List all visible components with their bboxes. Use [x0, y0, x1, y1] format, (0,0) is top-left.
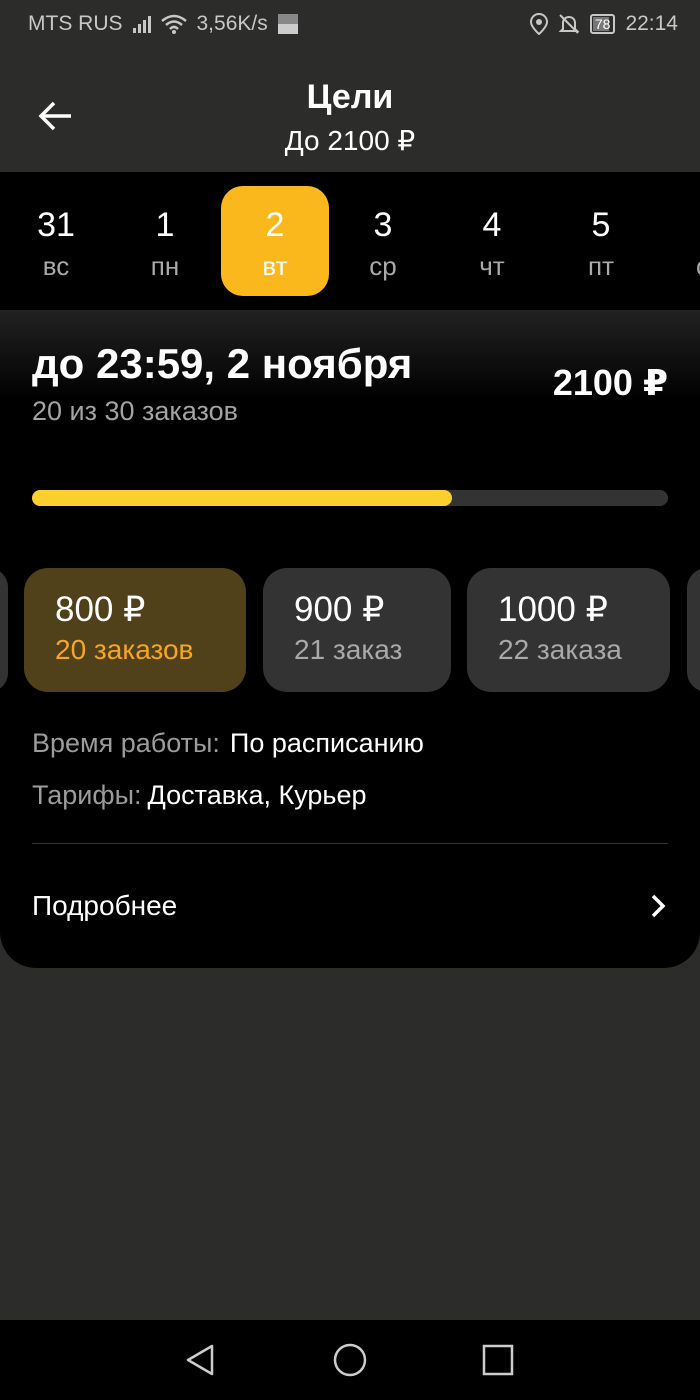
goal-amount: 2100 ₽	[552, 362, 668, 403]
day-of-week: вт	[262, 251, 288, 281]
tariffs-label: Тарифы:	[32, 780, 142, 810]
work-time-label: Время работы:	[32, 728, 220, 758]
day-number: 1	[155, 206, 175, 244]
wifi-icon	[160, 14, 187, 34]
tier-orders: 20 заказов	[55, 634, 194, 665]
more-details-row[interactable]: Подробнее	[0, 870, 700, 940]
day-number: 5	[591, 206, 611, 244]
day-of-week: чт	[479, 251, 505, 281]
day-number: 4	[482, 206, 502, 244]
day-number: 6	[656, 206, 700, 245]
day-of-week: ср	[369, 251, 397, 281]
signal-icon	[132, 15, 151, 33]
tier-card-partial[interactable]	[687, 568, 700, 692]
day-of-week: сб	[656, 251, 700, 282]
more-details-label: Подробнее	[32, 890, 178, 921]
nav-recents-icon[interactable]	[478, 1340, 518, 1380]
tier-amount: 800 ₽	[55, 590, 146, 629]
tier-amount: 900 ₽	[294, 590, 385, 629]
location-icon	[529, 13, 548, 35]
network-speed: 3,56K/s	[196, 12, 268, 35]
goal-progress-text: 20 из 30 заказов	[32, 396, 238, 426]
nav-home-icon[interactable]	[330, 1340, 370, 1380]
day-item[interactable]: 4 чт	[438, 186, 546, 296]
clock: 22:14	[625, 12, 678, 35]
day-selector: 31 вс 1 пн 2 вт 3 ср 4 чт 5 пт 6 сб	[0, 172, 700, 310]
tier-card[interactable]: 1000 ₽ 22 заказа	[467, 568, 670, 692]
progress-fill	[32, 490, 452, 506]
app-header: Цели До 2100 ₽	[0, 48, 700, 172]
mute-bell-icon	[558, 14, 580, 34]
tier-card-selected[interactable]: 800 ₽ 20 заказов	[24, 568, 246, 692]
tier-orders: 22 заказа	[498, 634, 622, 665]
work-time-row: Время работы: По расписанию	[32, 728, 424, 759]
notification-icon	[277, 14, 298, 34]
tariffs-value: Доставка, Курьер	[147, 780, 367, 810]
battery-level: 78	[594, 16, 611, 32]
chevron-right-icon	[651, 894, 666, 918]
day-item[interactable]: 31 вс	[2, 186, 110, 296]
tier-amount: 1000 ₽	[498, 590, 608, 629]
page-title: Цели	[306, 78, 394, 116]
day-number: 3	[373, 206, 393, 244]
tier-card-partial[interactable]	[0, 568, 8, 692]
day-of-week: пн	[150, 251, 180, 281]
progress-bar	[32, 490, 668, 506]
day-item[interactable]: 1 пн	[111, 186, 219, 296]
goal-card: до 23:59, 2 ноября 2100 ₽ 20 из 30 заказ…	[0, 310, 700, 968]
day-item-selected[interactable]: 2 вт	[221, 186, 329, 296]
goal-deadline: до 23:59, 2 ноября	[32, 340, 413, 387]
nav-back-icon[interactable]	[180, 1340, 220, 1380]
tier-orders: 21 заказ	[294, 634, 403, 665]
system-nav-bar	[0, 1320, 700, 1400]
day-item[interactable]: 3 ср	[329, 186, 437, 296]
tariffs-row: Тарифы: Доставка, Курьер	[32, 780, 367, 811]
work-time-value: По расписанию	[229, 728, 424, 758]
divider	[32, 843, 668, 844]
day-of-week: вс	[42, 251, 70, 281]
day-of-week: пт	[588, 251, 614, 281]
day-item[interactable]: 5 пт	[547, 186, 655, 296]
day-item[interactable]: 6 сб	[656, 186, 700, 296]
page-subtitle: До 2100 ₽	[284, 125, 416, 156]
day-number: 31	[37, 206, 75, 244]
battery-icon: 78	[589, 14, 616, 34]
day-number: 2	[265, 206, 285, 244]
tier-card[interactable]: 900 ₽ 21 заказ	[263, 568, 451, 692]
status-bar: MTS RUS 3,56K/s 78 22:14	[0, 0, 700, 48]
carrier-label: MTS RUS	[28, 12, 123, 35]
